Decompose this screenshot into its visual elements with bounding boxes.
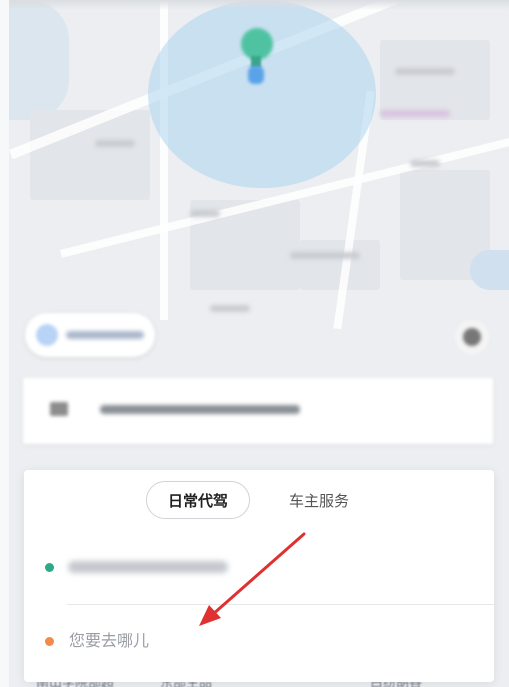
map-label	[410, 160, 440, 167]
map-block	[380, 40, 490, 120]
map-label	[95, 140, 135, 147]
service-tabs: 日常代驾 车主服务	[24, 481, 494, 521]
screen-left-edge	[0, 0, 9, 687]
ride-hailing-screen: 南山学院部超 东部生品 白纷胡各 日常代驾 车主服务 您要去哪儿	[0, 0, 509, 687]
location-chip-icon	[36, 324, 58, 346]
map-label	[190, 210, 220, 217]
pickup-address-obscured	[68, 561, 228, 573]
notice-text	[100, 405, 300, 414]
booking-panel: 日常代驾 车主服务 您要去哪儿	[24, 470, 494, 682]
location-chip-text	[66, 331, 144, 339]
tab-daily-driver[interactable]: 日常代驾	[146, 481, 250, 519]
notice-icon	[50, 402, 68, 416]
recenter-icon	[463, 328, 481, 346]
destination-dot-icon	[45, 637, 54, 646]
row-divider	[67, 604, 494, 605]
map-label	[380, 110, 450, 117]
map-label	[290, 252, 360, 259]
map-water	[470, 250, 509, 290]
pickup-dot-icon	[45, 563, 54, 572]
map-label	[395, 68, 455, 75]
destination-input[interactable]: 您要去哪儿	[69, 629, 149, 653]
map-label	[210, 305, 250, 312]
map-water	[9, 0, 69, 120]
status-bar-shadow	[0, 0, 509, 10]
pickup-row[interactable]	[24, 542, 494, 592]
destination-row[interactable]: 您要去哪儿	[24, 616, 494, 666]
tab-owner-service[interactable]: 车主服务	[274, 481, 364, 519]
current-position-icon	[248, 66, 264, 84]
